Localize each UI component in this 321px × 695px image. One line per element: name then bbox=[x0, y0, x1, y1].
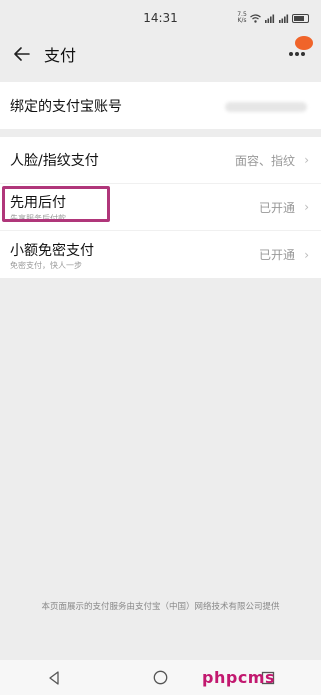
system-back-button[interactable] bbox=[24, 670, 84, 685]
more-button[interactable] bbox=[285, 36, 313, 64]
row-label: 人脸/指纹支付 bbox=[10, 153, 99, 169]
row-value: 面容、指纹 bbox=[234, 153, 295, 168]
row-label: 绑定的支付宝账号 bbox=[10, 98, 122, 115]
notification-badge bbox=[295, 36, 313, 50]
nav-bar: 支付 bbox=[0, 36, 321, 72]
chevron-right-icon: › bbox=[304, 200, 309, 214]
battery-icon bbox=[292, 13, 309, 23]
settings-card: 人脸/指纹支付 面容、指纹 › 先用后付 先享服务后付款 已开通 › 小额免密支… bbox=[0, 137, 321, 278]
system-home-button[interactable] bbox=[131, 670, 191, 685]
settings-row-small-amount[interactable]: 小额免密支付 免密支付，快人一步 已开通 › bbox=[0, 231, 321, 278]
account-value-blurred bbox=[225, 102, 307, 112]
network-speed: 7.5 K/s bbox=[237, 11, 247, 24]
row-label: 小额免密支付 bbox=[10, 242, 94, 259]
watermark-logo: phpcms bbox=[202, 668, 275, 687]
back-button[interactable] bbox=[0, 36, 44, 72]
wifi-icon bbox=[250, 13, 261, 23]
signal-icon bbox=[265, 14, 275, 23]
status-bar: 14:31 7.5 K/s bbox=[0, 0, 321, 36]
chevron-right-icon: › bbox=[304, 153, 309, 167]
home-circle-icon bbox=[153, 670, 168, 685]
row-value: 已开通 bbox=[258, 200, 295, 215]
signal-icon bbox=[279, 14, 289, 23]
status-icons: 7.5 K/s bbox=[237, 12, 309, 24]
alipay-account-row[interactable]: 绑定的支付宝账号 bbox=[0, 82, 321, 129]
page-title: 支付 bbox=[44, 46, 77, 65]
settings-row-face-fingerprint[interactable]: 人脸/指纹支付 面容、指纹 › bbox=[0, 137, 321, 184]
arrow-left-icon bbox=[14, 47, 30, 61]
more-dots-icon bbox=[289, 52, 305, 56]
footer-text: 本页面展示的支付服务由支付宝（中国）网络技术有限公司提供 bbox=[41, 602, 280, 612]
row-subtitle: 先享服务后付款 bbox=[10, 214, 66, 223]
account-card: 绑定的支付宝账号 bbox=[0, 82, 321, 129]
status-time: 14:31 bbox=[143, 11, 178, 25]
row-value: 已开通 bbox=[258, 248, 295, 262]
chevron-right-icon: › bbox=[304, 247, 309, 262]
back-triangle-icon bbox=[48, 670, 59, 685]
settings-row-pay-later[interactable]: 先用后付 先享服务后付款 已开通 › bbox=[0, 184, 321, 231]
row-subtitle: 免密支付，快人一步 bbox=[10, 261, 82, 270]
row-label: 先用后付 bbox=[10, 195, 66, 211]
